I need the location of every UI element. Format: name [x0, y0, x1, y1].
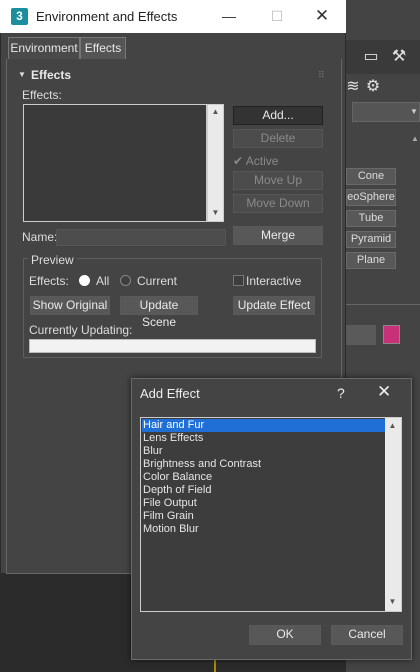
object-type-buttons: Cone eoSphere Tube Pyramid Plane	[346, 158, 420, 278]
effect-list-item[interactable]: Brightness and Contrast	[142, 458, 386, 471]
command-panel-toolbar: ▭ ⚒	[346, 40, 420, 74]
window-titlebar[interactable]: 3 Environment and Effects — ☐ ✕	[0, 0, 346, 33]
tab-environment[interactable]: Environment	[8, 37, 80, 59]
display-icon[interactable]: ▭	[360, 46, 382, 68]
interactive-checkbox[interactable]	[233, 275, 244, 286]
tab-effects[interactable]: Effects	[80, 37, 126, 59]
hierarchy-icon[interactable]: ⚙	[362, 76, 384, 98]
scroll-up-icon[interactable]: ▲	[208, 107, 223, 116]
rollout-title: Effects	[31, 68, 72, 82]
effect-type-list[interactable]: Hair and Fur Lens Effects Blur Brightness a…	[140, 417, 402, 612]
chevron-down-icon: ▼	[410, 107, 418, 116]
active-label: Active	[245, 154, 279, 168]
app-logo-icon: 3	[11, 8, 28, 25]
cone-button[interactable]: Cone	[346, 168, 396, 185]
show-original-button[interactable]: Show Original	[30, 296, 110, 315]
name-input[interactable]	[56, 229, 226, 246]
tube-button[interactable]: Tube	[346, 210, 396, 227]
move-down-button[interactable]: Move Down	[233, 194, 323, 213]
merge-button[interactable]: Merge	[233, 226, 323, 245]
geosphere-button[interactable]: eoSphere	[346, 189, 396, 206]
currently-updating-label: Currently Updating:	[29, 323, 133, 337]
minimize-icon[interactable]: —	[207, 4, 251, 28]
close-icon[interactable]: ✕	[377, 382, 391, 402]
interactive-label: Interactive	[246, 274, 302, 288]
preview-group-title: Preview	[28, 253, 77, 267]
ok-button[interactable]: OK	[249, 625, 321, 645]
effect-list-item[interactable]: Depth of Field	[142, 484, 386, 497]
effect-list-item[interactable]: Lens Effects	[142, 432, 386, 445]
effects-list-label: Effects:	[22, 88, 62, 102]
close-icon[interactable]: ✕	[300, 4, 344, 28]
effects-list[interactable]	[23, 104, 207, 222]
dialog-title: Add Effect	[140, 386, 200, 401]
update-progress-bar	[29, 339, 316, 353]
name-label: Name:	[22, 230, 58, 244]
scroll-down-icon[interactable]: ▼	[385, 597, 400, 606]
rollout-grip-icon: ⠿	[318, 70, 325, 80]
effect-list-item[interactable]: Color Balance	[142, 471, 386, 484]
help-icon[interactable]: ?	[337, 385, 345, 401]
cancel-button[interactable]: Cancel	[331, 625, 403, 645]
effects-list-scrollbar[interactable]: ▲ ▼	[207, 104, 224, 222]
utilities-wrench-icon[interactable]: ⚒	[388, 46, 410, 68]
checkmark-icon: ✔	[233, 154, 244, 168]
radio-all[interactable]	[79, 275, 90, 286]
panel-divider	[346, 304, 420, 305]
window-title: Environment and Effects	[36, 9, 178, 24]
move-up-button[interactable]: Move Up	[233, 171, 323, 190]
rollout-collapse-icon: ▼	[18, 70, 26, 79]
pyramid-button[interactable]: Pyramid	[346, 231, 396, 248]
active-checkbox[interactable]: ✔ Active	[233, 154, 278, 168]
maximize-icon[interactable]: ☐	[255, 4, 299, 28]
object-color-swatch[interactable]	[383, 325, 400, 344]
radio-current[interactable]	[120, 275, 131, 286]
effect-list-item[interactable]: Film Grain	[142, 510, 386, 523]
collapse-arrow-icon: ▲	[411, 134, 419, 143]
effect-list-item[interactable]: File Output	[142, 497, 386, 510]
plane-button[interactable]: Plane	[346, 252, 396, 269]
effect-list-scrollbar[interactable]: ▲ ▼	[385, 418, 401, 611]
effect-list-item[interactable]: Blur	[142, 445, 386, 458]
preview-effects-label: Effects:	[29, 274, 69, 288]
effect-list-item[interactable]: Hair and Fur	[142, 419, 386, 432]
object-name-field[interactable]	[346, 325, 376, 345]
update-effect-button[interactable]: Update Effect	[233, 296, 315, 315]
radio-all-label: All	[96, 274, 110, 288]
scroll-up-icon[interactable]: ▲	[385, 421, 400, 430]
delete-button[interactable]: Delete	[233, 129, 323, 148]
add-button[interactable]: Add...	[233, 106, 323, 125]
radio-current-label: Current	[137, 274, 178, 288]
update-scene-button[interactable]: Update Scene	[120, 296, 198, 329]
effect-list-item[interactable]: Motion Blur	[142, 523, 386, 536]
scroll-down-icon[interactable]: ▼	[208, 208, 223, 217]
